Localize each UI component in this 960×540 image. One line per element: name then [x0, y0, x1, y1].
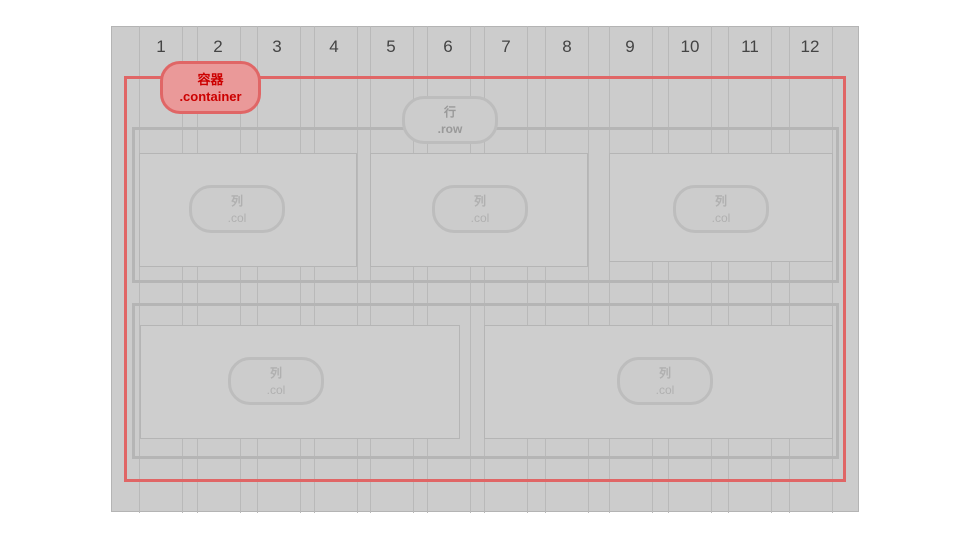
row-label-cn: 行: [443, 105, 456, 119]
col-label-class: .col: [655, 383, 675, 397]
col-label: 列 .col: [228, 357, 324, 405]
grid-column-number: 2: [213, 37, 223, 56]
col-label: 列 .col: [617, 357, 713, 405]
row-label-class: .row: [437, 122, 463, 136]
col-label-cn: 列: [658, 366, 671, 380]
grid-column-number: 5: [386, 37, 396, 56]
grid-column-number: 3: [272, 37, 282, 56]
col-label-class: .col: [711, 211, 731, 225]
col-label-class: .col: [227, 211, 247, 225]
grid-column-number: 12: [800, 37, 820, 56]
grid-column-number: 10: [680, 37, 700, 56]
grid-column-number: 9: [625, 37, 635, 56]
container-label-class: .container: [179, 89, 242, 104]
container-label-cn: 容器: [197, 72, 224, 87]
col-label-cn: 列: [714, 194, 727, 208]
grid-column-number: 11: [741, 37, 759, 56]
grid-column-number: 1: [156, 37, 166, 56]
col-label-cn: 列: [269, 366, 282, 380]
col-label-class: .col: [266, 383, 286, 397]
container-label: 容器 .container: [160, 61, 261, 114]
grid-column-number: 6: [443, 37, 453, 56]
col-label: 列 .col: [432, 185, 528, 233]
col-label-cn: 列: [230, 194, 243, 208]
col-label-class: .col: [470, 211, 490, 225]
grid-column-number: 8: [562, 37, 572, 56]
grid-column-number: 4: [329, 37, 339, 56]
grid-column-number: 7: [501, 37, 511, 56]
col-label-cn: 列: [473, 194, 486, 208]
col-label: 列 .col: [189, 185, 285, 233]
row-label: 行 .row: [402, 96, 498, 144]
col-label: 列 .col: [673, 185, 769, 233]
grid-diagram: 1 2 3 4 5 6 7 8 9 10 11 12 容器 .container 行 .row 列 .…: [0, 0, 960, 540]
